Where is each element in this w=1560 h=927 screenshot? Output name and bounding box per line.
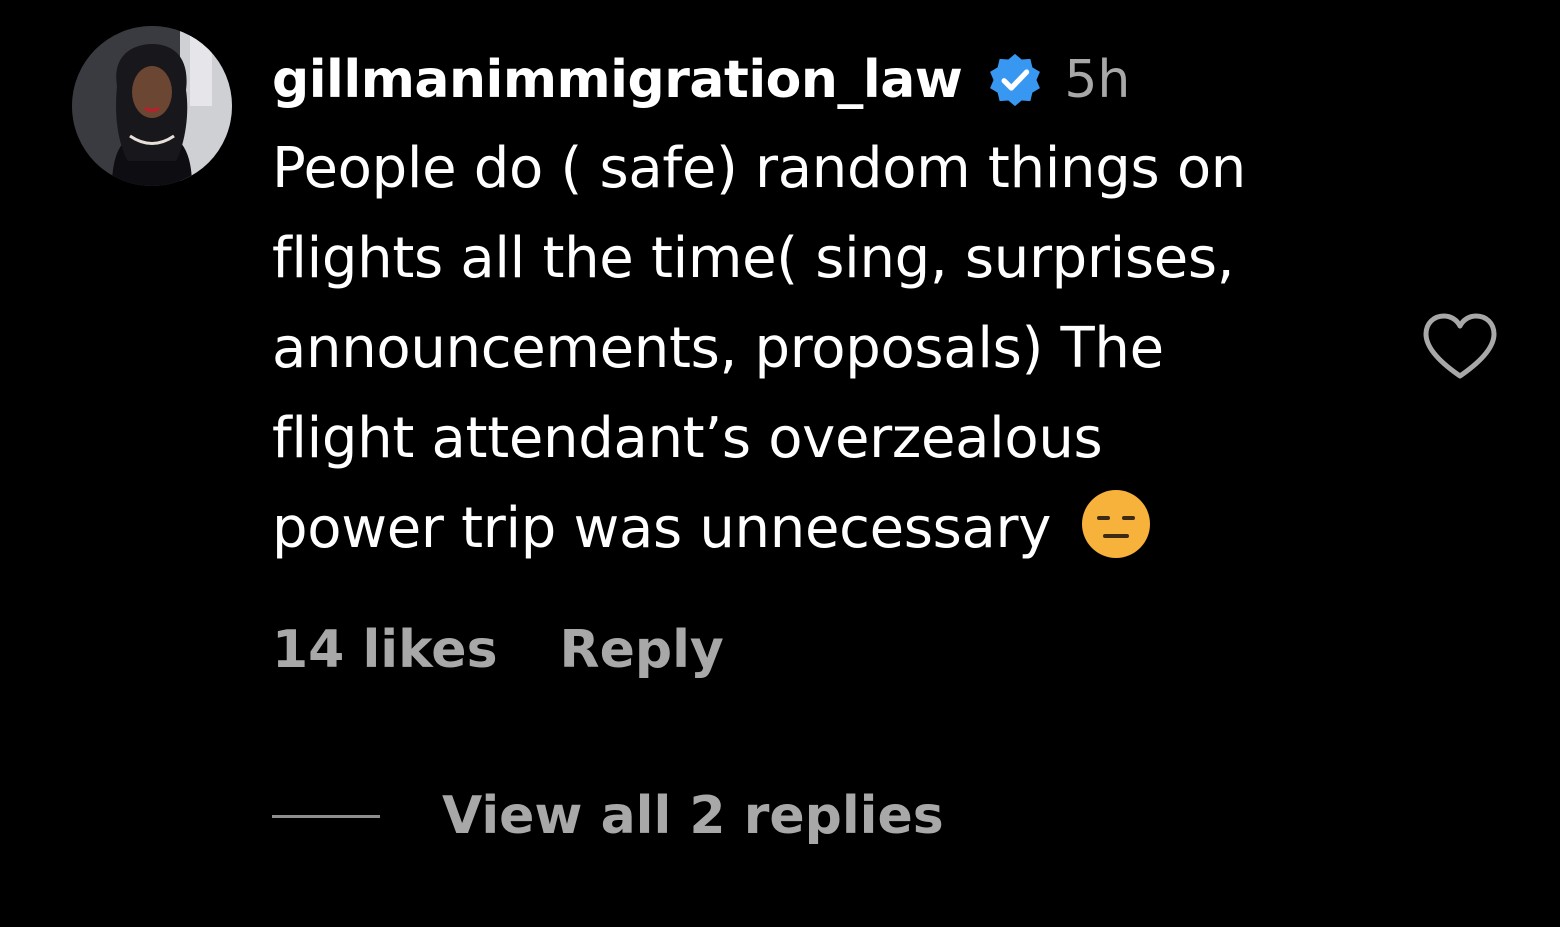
- comment-header: gillmanimmigration_law 5h: [272, 40, 1130, 120]
- reply-button[interactable]: Reply: [560, 620, 724, 680]
- view-replies-button[interactable]: View all 2 replies: [442, 786, 944, 846]
- comment-text-line: People do ( safe) random things on: [272, 136, 1246, 201]
- comment-text-line: flight attendant’s overzealous: [272, 406, 1103, 471]
- avatar-image: [72, 26, 232, 186]
- comment-text-line: flights all the time( sing, surprises,: [272, 226, 1235, 291]
- heart-outline-icon[interactable]: [1420, 310, 1500, 382]
- comment-text-line: announcements, proposals) The: [272, 316, 1164, 381]
- expressionless-face-emoji: [1081, 489, 1151, 559]
- view-replies[interactable]: View all 2 replies: [272, 786, 944, 846]
- timestamp: 5h: [1064, 50, 1131, 110]
- comment-text-line-last: power trip was unnecessary: [272, 484, 1392, 574]
- username[interactable]: gillmanimmigration_law: [272, 50, 963, 110]
- comment-actions: 14 likes Reply: [272, 620, 724, 680]
- comment-text-line: power trip was unnecessary: [272, 496, 1052, 561]
- replies-divider: [272, 814, 380, 818]
- verified-badge-icon: [986, 51, 1044, 109]
- comment-text: People do ( safe) random things on fligh…: [272, 124, 1392, 574]
- avatar[interactable]: [72, 26, 232, 186]
- comment: gillmanimmigration_law 5h People do ( sa…: [0, 0, 1560, 927]
- likes-count[interactable]: 14 likes: [272, 620, 498, 680]
